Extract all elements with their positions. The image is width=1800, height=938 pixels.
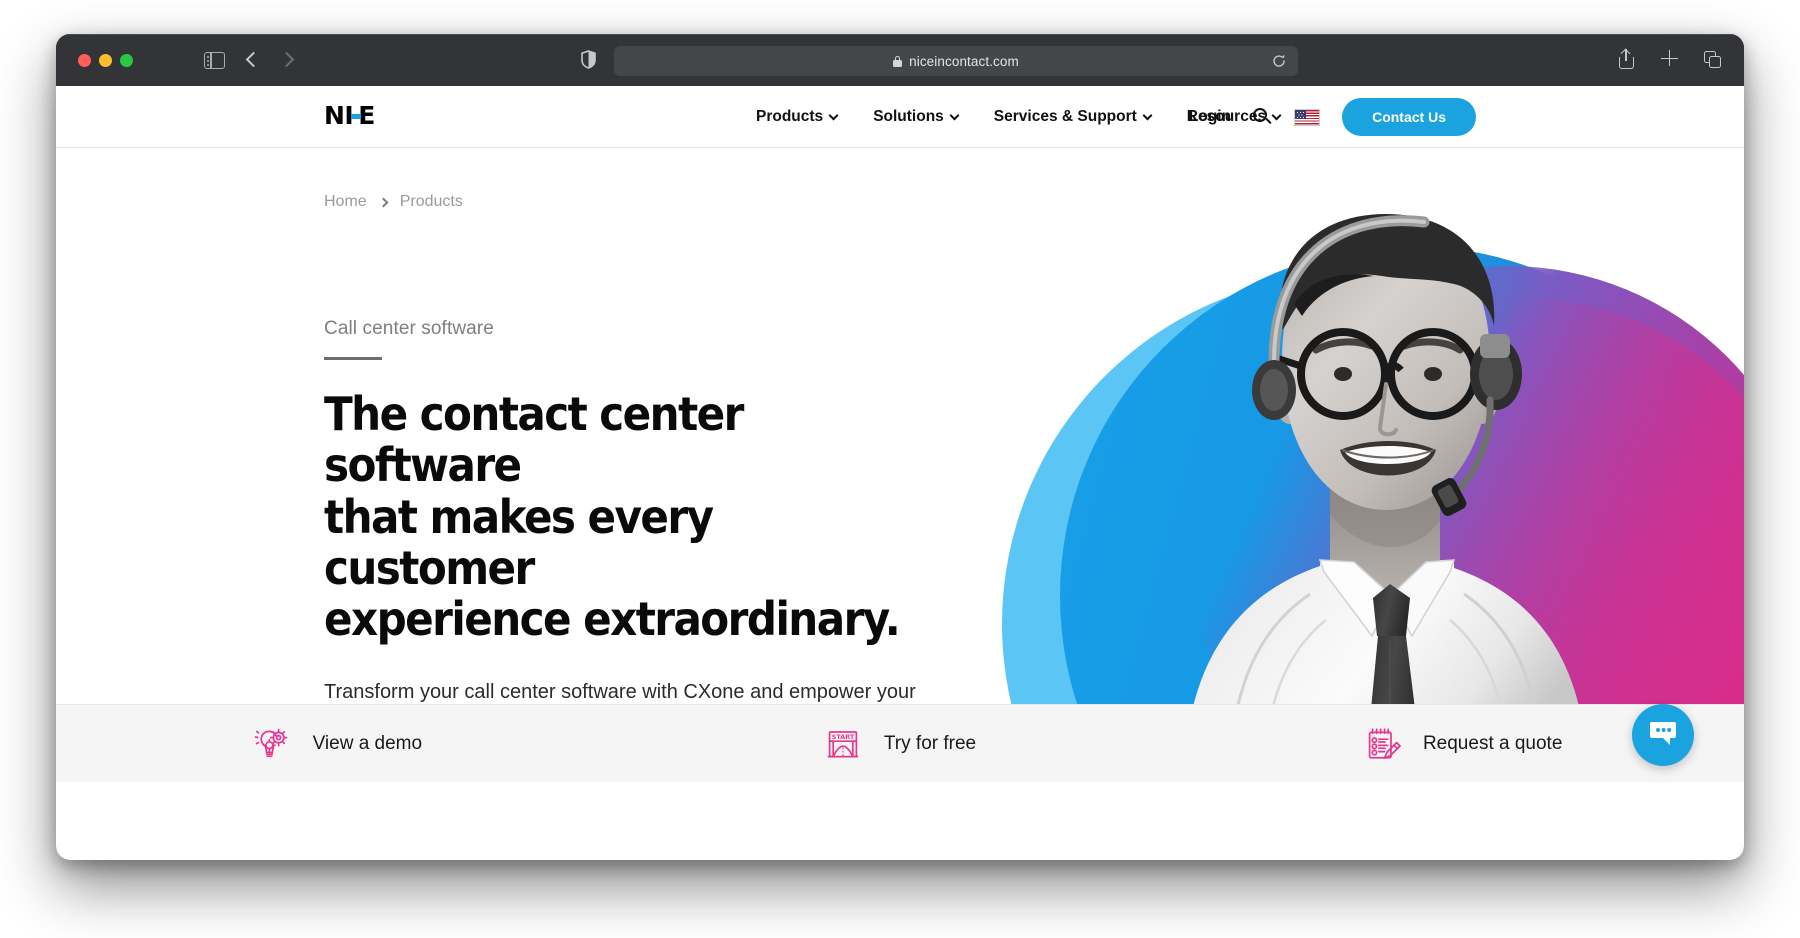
window-controls [78, 54, 133, 67]
nav-item-products[interactable]: Products [756, 108, 839, 126]
url-text: niceincontact.com [909, 53, 1019, 69]
site-header: NI E Products Solutions Services & Suppor… [56, 86, 1744, 148]
close-window-button[interactable] [78, 54, 91, 67]
cta-bar: View a demo START Try for free Request a… [56, 704, 1744, 782]
nav-label-solutions: Solutions [873, 108, 944, 125]
cta-view-a-demo[interactable]: View a demo [56, 725, 619, 763]
hero-artwork [984, 148, 1744, 782]
search-icon[interactable] [1253, 107, 1272, 127]
minimize-window-button[interactable] [99, 54, 112, 67]
nav-label-services-support: Services & Support [993, 108, 1137, 125]
login-link[interactable]: Login [1189, 108, 1231, 126]
chevron-right-icon [378, 197, 389, 207]
browser-toolbar: niceincontact.com [56, 34, 1744, 86]
headline-line-2: that makes every customer [324, 489, 714, 595]
logo-accent-dot [350, 114, 361, 119]
shield-icon[interactable] [581, 50, 596, 69]
hero-eyebrow: Call center software [324, 318, 494, 339]
header-right-actions: Login Contact Us [1189, 86, 1476, 148]
maximize-window-button[interactable] [120, 54, 133, 67]
lock-icon [893, 55, 903, 67]
cta-try-for-free[interactable]: START Try for free [619, 725, 1182, 763]
hero-section: Home Products Call center software The c… [56, 148, 1744, 782]
tab-overview-icon[interactable] [1704, 49, 1722, 69]
cta-label-request-a-quote: Request a quote [1422, 732, 1563, 754]
chevron-right-icon [278, 51, 295, 68]
chevron-left-icon[interactable] [245, 51, 262, 68]
lightbulb-gears-icon [253, 725, 291, 763]
nav-label-products: Products [756, 108, 824, 125]
logo-text-part1: NI [324, 101, 354, 130]
svg-text:START: START [832, 733, 855, 741]
screenshot-root: niceincontact.com NI E Products Solution… [0, 0, 1800, 938]
sidebar-toggle-icon[interactable] [204, 52, 225, 69]
chevron-down-icon [1142, 110, 1153, 121]
cta-label-try-for-free: Try for free [883, 732, 977, 754]
breadcrumb-item-products[interactable]: Products [400, 193, 463, 211]
address-bar[interactable]: niceincontact.com [614, 46, 1298, 76]
call-center-agent-photo [1124, 184, 1644, 782]
headline-line-3: experience extraordinary. [324, 592, 901, 647]
contact-us-button[interactable]: Contact Us [1342, 98, 1476, 136]
web-page-content: NI E Products Solutions Services & Suppor… [56, 86, 1744, 860]
browser-window: niceincontact.com NI E Products Solution… [56, 34, 1744, 860]
breadcrumb-item-home[interactable]: Home [324, 193, 367, 211]
plus-icon[interactable] [1661, 49, 1679, 69]
chat-widget-button[interactable] [1632, 704, 1694, 766]
hero-eyebrow-rule [324, 357, 382, 360]
nice-logo[interactable]: NI E [324, 103, 375, 128]
notepad-pencil-icon [1363, 725, 1401, 763]
hero-headline: The contact center software that makes e… [324, 387, 910, 647]
chevron-down-icon [828, 110, 839, 121]
chat-bubble-icon [1648, 719, 1678, 752]
address-bar-content: niceincontact.com [893, 54, 1019, 69]
navigation-arrows [245, 49, 295, 68]
us-flag-icon[interactable] [1294, 108, 1321, 126]
hero-copy: Call center software The contact center … [324, 318, 964, 765]
start-gate-icon: START [824, 725, 862, 763]
breadcrumb: Home Products [324, 193, 463, 211]
toolbar-right-actions [1618, 49, 1722, 69]
cta-label-view-a-demo: View a demo [312, 732, 423, 754]
nav-item-services-support[interactable]: Services & Support [993, 108, 1153, 126]
nav-item-solutions[interactable]: Solutions [873, 108, 960, 126]
headline-line-1: The contact center software [324, 387, 744, 493]
share-icon[interactable] [1618, 49, 1636, 69]
chevron-down-icon [949, 110, 960, 121]
reload-icon[interactable] [1272, 54, 1286, 68]
